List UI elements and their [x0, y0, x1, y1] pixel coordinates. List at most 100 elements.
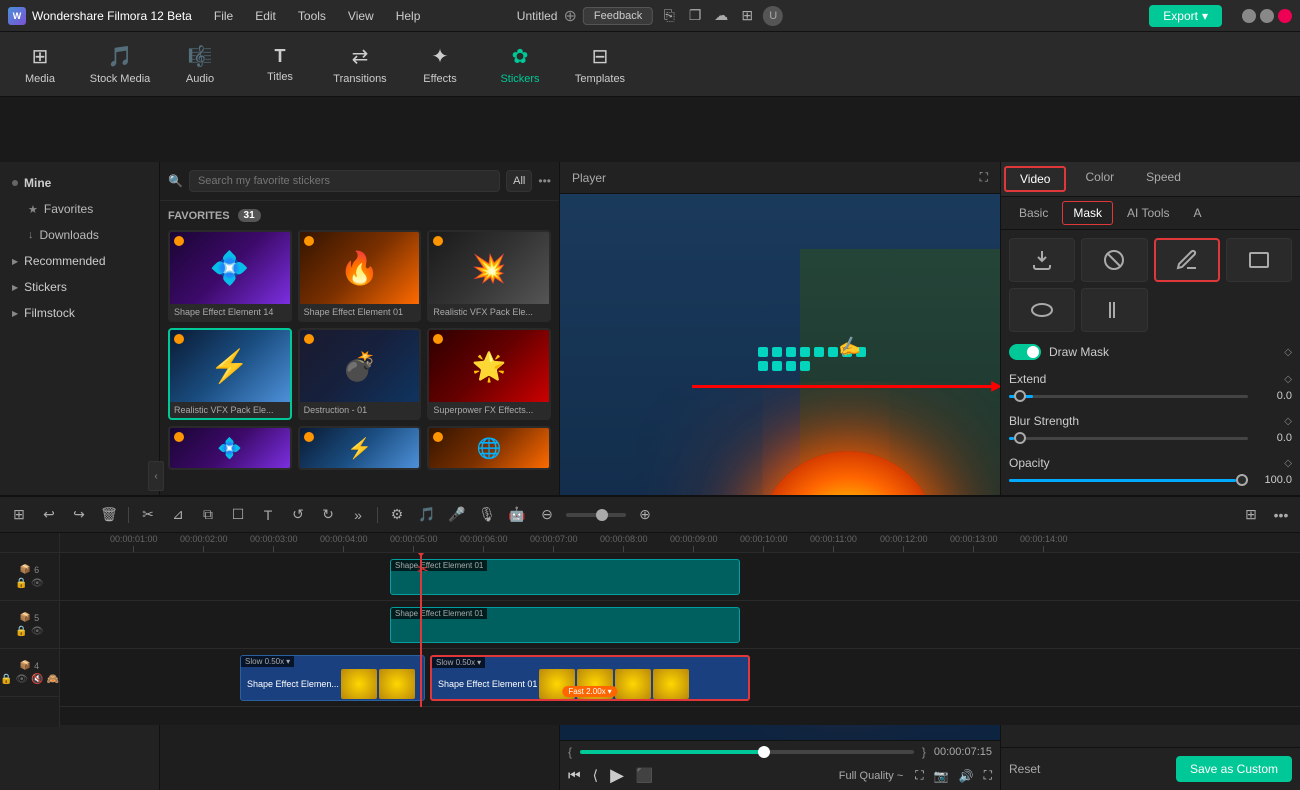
blur-slider[interactable]: [1009, 437, 1248, 440]
stop-button[interactable]: ⬛: [636, 767, 653, 784]
subtab-basic[interactable]: Basic: [1009, 202, 1058, 224]
media-item-3[interactable]: 💥 Realistic VFX Pack Ele...: [427, 230, 551, 322]
export-button[interactable]: Export ▾: [1149, 5, 1222, 27]
track-4-hide[interactable]: 🙈: [47, 674, 59, 685]
tl-grid-view-button[interactable]: ⊞: [1240, 506, 1262, 523]
media-item-8[interactable]: ⚡: [298, 426, 422, 470]
menu-tools[interactable]: Tools: [288, 6, 336, 26]
toolbar-media[interactable]: ⊞ Media: [0, 32, 80, 97]
tl-settings-button[interactable]: ⚙: [386, 506, 408, 523]
play-button[interactable]: ▶: [610, 765, 624, 786]
tl-redo-button[interactable]: ↪: [68, 506, 90, 523]
tl-add-track-button[interactable]: ⊞: [8, 506, 30, 523]
toolbar-stickers[interactable]: ✿ Stickers: [480, 32, 560, 97]
volume-icon[interactable]: 🔊: [959, 769, 974, 783]
track-6-eye[interactable]: 👁: [31, 578, 44, 589]
media-item-4[interactable]: ⚡ Realistic VFX Pack Ele...: [168, 328, 292, 420]
track-4-lock[interactable]: 🔒: [0, 674, 12, 685]
step-back-button[interactable]: ⟨: [593, 767, 598, 784]
tl-group-button[interactable]: ⧉: [197, 506, 219, 523]
close-button[interactable]: ×: [1278, 9, 1292, 23]
toolbar-templates[interactable]: ⊟ Templates: [560, 32, 640, 97]
zoom-slider[interactable]: [566, 513, 626, 517]
tl-zoom-out-button[interactable]: ⊖: [536, 506, 558, 523]
tab-speed[interactable]: Speed: [1130, 162, 1197, 196]
sidebar-collapse-button[interactable]: ‹: [148, 461, 164, 491]
tl-zoom-in-button[interactable]: ⊕: [634, 506, 656, 523]
share-icon[interactable]: ⎘: [659, 7, 679, 24]
track-6-lock[interactable]: 🔒: [15, 578, 27, 589]
menu-edit[interactable]: Edit: [245, 6, 286, 26]
prev-frame-button[interactable]: ⏮: [568, 767, 581, 784]
track-4-clip-right[interactable]: Slow 0.50x ▾ Shape Effect Element 01: [430, 655, 750, 701]
tl-more2-button[interactable]: •••: [1270, 507, 1292, 523]
subtab-a[interactable]: A: [1183, 202, 1211, 224]
mask-ellipse-button[interactable]: [1009, 288, 1075, 332]
menu-help[interactable]: Help: [386, 6, 431, 26]
tl-record-button[interactable]: 🎤: [446, 506, 468, 523]
track-5-eye[interactable]: 👁: [31, 626, 44, 637]
mask-none-button[interactable]: [1081, 238, 1147, 282]
progress-bar[interactable]: [580, 750, 914, 754]
crop-icon[interactable]: ⛶: [915, 768, 923, 783]
sidebar-downloads[interactable]: ↓ Downloads: [0, 222, 159, 248]
track-5-clip-1[interactable]: Shape Effect Element 01: [390, 607, 740, 643]
sidebar-favorites[interactable]: ★ Favorites: [0, 196, 159, 222]
tl-split-audio-button[interactable]: 🎵: [416, 506, 438, 523]
media-item-9[interactable]: 🌐: [427, 426, 551, 470]
filter-dropdown[interactable]: All: [506, 170, 532, 192]
fullscreen-icon[interactable]: ⛶: [984, 768, 992, 783]
subtab-ai-tools[interactable]: AI Tools: [1117, 202, 1179, 224]
opacity-slider[interactable]: [1009, 479, 1248, 482]
sidebar-recommended[interactable]: ▶ Recommended: [0, 248, 159, 274]
menu-file[interactable]: File: [204, 6, 243, 26]
extend-slider[interactable]: [1009, 395, 1248, 398]
cloud-icon[interactable]: ☁: [711, 7, 731, 24]
sidebar-stickers[interactable]: ▶ Stickers: [0, 274, 159, 300]
tl-rotate-left-button[interactable]: ↺: [287, 506, 309, 523]
mask-pen-button[interactable]: [1154, 238, 1220, 282]
tl-crop-button[interactable]: ⊿: [167, 506, 189, 523]
more-options-icon[interactable]: •••: [538, 174, 551, 188]
tab-color[interactable]: Color: [1069, 162, 1130, 196]
tl-text-button[interactable]: T: [257, 507, 279, 523]
tl-undo-button[interactable]: ↩: [38, 506, 60, 523]
screenshot-icon[interactable]: 📷: [934, 769, 949, 783]
sidebar-filmstock[interactable]: ▶ Filmstock: [0, 300, 159, 326]
toolbar-transitions[interactable]: ⇄ Transitions: [320, 32, 400, 97]
track-4-clip-left[interactable]: Slow 0.50x ▾ Shape Effect Elemen...: [240, 655, 425, 701]
media-item-1[interactable]: 💠 Shape Effect Element 14: [168, 230, 292, 322]
mask-rect-button[interactable]: [1226, 238, 1292, 282]
track-6-clip-1[interactable]: Shape Effect Element 01: [390, 559, 740, 595]
reset-button[interactable]: Reset: [1009, 756, 1040, 782]
maximize-button[interactable]: □: [1260, 9, 1274, 23]
draw-mask-toggle[interactable]: [1009, 344, 1041, 360]
tl-cut-button[interactable]: ✂: [137, 506, 159, 523]
grid-icon[interactable]: ⊞: [737, 7, 757, 24]
tl-ai-button[interactable]: 🤖: [506, 506, 528, 523]
user-icon[interactable]: U: [763, 6, 783, 26]
menu-view[interactable]: View: [338, 6, 384, 26]
toolbar-audio[interactable]: 🎼 Audio: [160, 32, 240, 97]
mask-restore-button[interactable]: [1009, 238, 1075, 282]
tab-video[interactable]: Video: [1004, 166, 1066, 192]
save-custom-button[interactable]: Save as Custom: [1176, 756, 1292, 782]
feedback-button[interactable]: Feedback: [583, 7, 653, 25]
copy-icon[interactable]: ❐: [685, 7, 705, 24]
toolbar-titles[interactable]: T Titles: [240, 32, 320, 97]
media-item-2[interactable]: 🔥 Shape Effect Element 01: [298, 230, 422, 322]
media-item-7[interactable]: 💠: [168, 426, 292, 470]
tl-delete-button[interactable]: 🗑: [98, 506, 120, 523]
tl-rotate-right-button[interactable]: ↻: [317, 506, 339, 523]
toolbar-stock-media[interactable]: 🎵 Stock Media: [80, 32, 160, 97]
tl-snap-button[interactable]: ☐: [227, 506, 249, 523]
toolbar-effects[interactable]: ✦ Effects: [400, 32, 480, 97]
media-item-5[interactable]: 💣 Destruction - 01: [298, 328, 422, 420]
track-5-lock[interactable]: 🔒: [15, 626, 27, 637]
tl-voiceover-button[interactable]: 🎙: [476, 506, 498, 523]
quality-button[interactable]: Full Quality ~: [839, 770, 904, 782]
subtab-mask[interactable]: Mask: [1062, 201, 1113, 225]
player-expand-icon[interactable]: ⛶: [980, 170, 988, 185]
media-item-6[interactable]: 🌟 Superpower FX Effects...: [427, 328, 551, 420]
search-input[interactable]: [189, 170, 500, 192]
